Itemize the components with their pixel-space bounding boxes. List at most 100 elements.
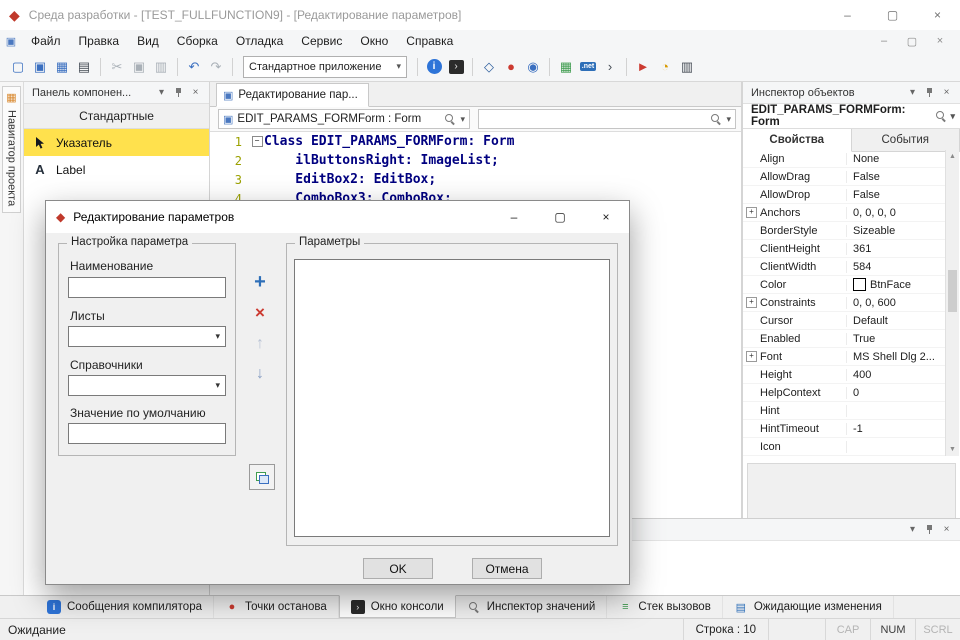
component-item-pointer[interactable]: Указатель (24, 129, 209, 156)
pin-icon[interactable] (170, 85, 187, 101)
search-icon[interactable] (444, 113, 456, 125)
history-icon[interactable]: ◔ (655, 57, 675, 77)
chevron-down-icon[interactable]: ▾ (726, 114, 731, 125)
tab-breakpoints[interactable]: ● Точки останова (214, 596, 339, 618)
tab-properties[interactable]: Свойства (743, 129, 852, 152)
close-icon[interactable]: × (187, 85, 204, 101)
tab-events[interactable]: События (852, 129, 960, 151)
component-item-label-control[interactable]: A Label (24, 156, 209, 183)
dotnet-icon[interactable]: .net (578, 57, 598, 77)
deploy-icon[interactable]: ► (633, 57, 653, 77)
menu-window[interactable]: Окно (351, 30, 397, 52)
scroll-down-icon[interactable]: ▼ (946, 443, 959, 456)
menu-service[interactable]: Сервис (292, 30, 351, 52)
menu-view[interactable]: Вид (128, 30, 168, 52)
code-area[interactable]: 1 − Class EDIT_PARAMS_FORMForm: Form 2 i… (210, 132, 741, 208)
tab-value-inspector[interactable]: Инспектор значений (456, 596, 608, 618)
property-row-font[interactable]: +FontMS Shell Dlg 2... (743, 348, 945, 366)
cancel-button[interactable]: Отмена (472, 558, 542, 579)
property-row-helpcontext[interactable]: HelpContext0 (743, 384, 945, 402)
expand-icon[interactable]: + (746, 351, 757, 362)
copy-parameters-button[interactable] (249, 464, 275, 490)
structure-icon[interactable]: ◇ (479, 57, 499, 77)
chevron-down-icon[interactable]: ▾ (460, 114, 465, 125)
chevron-down-icon[interactable]: ▾ (904, 522, 921, 538)
maximize-button[interactable]: ▢ (870, 0, 915, 30)
property-row-clientwidth[interactable]: ClientWidth584 (743, 258, 945, 276)
delete-parameter-button[interactable]: × (249, 301, 271, 323)
scrollbar-thumb[interactable] (948, 270, 957, 312)
tab-call-stack[interactable]: ≡ Стек вызовов (607, 596, 722, 618)
property-row-cursor[interactable]: CursorDefault (743, 312, 945, 330)
property-row-borderstyle[interactable]: BorderStyleSizeable (743, 222, 945, 240)
property-row-allowdrag[interactable]: AllowDragFalse (743, 168, 945, 186)
dialog-title-bar[interactable]: ◆ Редактирование параметров – ▢ × (46, 201, 629, 233)
search-icon[interactable] (935, 110, 946, 122)
move-down-button[interactable]: ↓ (249, 363, 271, 385)
property-row-allowdrop[interactable]: AllowDropFalse (743, 186, 945, 204)
table-icon[interactable]: ▦ (556, 57, 576, 77)
search-icon[interactable] (710, 113, 722, 125)
name-input[interactable] (68, 277, 226, 298)
tab-pending-changes[interactable]: ▤ Ожидающие изменения (723, 596, 894, 618)
property-row-align[interactable]: AlignNone (743, 150, 945, 168)
paste-icon[interactable]: ▥ (151, 57, 171, 77)
scroll-up-icon[interactable]: ▲ (946, 150, 959, 163)
pin-icon[interactable] (921, 522, 938, 538)
property-row-anchors[interactable]: +Anchors0, 0, 0, 0 (743, 204, 945, 222)
mdi-restore-button[interactable]: ▢ (902, 35, 922, 48)
cut-icon[interactable]: ✂ (107, 57, 127, 77)
console-icon[interactable]: › (446, 57, 466, 77)
property-row-icon[interactable]: Icon (743, 438, 945, 456)
inspector-object-select[interactable]: EDIT_PARAMS_FORMForm: Form ▾ (743, 104, 960, 129)
tab-compiler-messages[interactable]: i Сообщения компилятора (36, 596, 214, 618)
fold-toggle-icon[interactable]: − (250, 136, 264, 147)
editor-search-input[interactable]: ▾ (478, 109, 736, 129)
menu-debug[interactable]: Отладка (227, 30, 292, 52)
minimize-button[interactable]: – (825, 0, 870, 30)
tab-console-window[interactable]: › Окно консоли (339, 595, 456, 618)
save-all-icon[interactable]: ▦ (52, 57, 72, 77)
save-icon[interactable]: ▣ (30, 57, 50, 77)
property-row-clientheight[interactable]: ClientHeight361 (743, 240, 945, 258)
editor-tab-edit-params[interactable]: ▣ Редактирование пар... (216, 83, 369, 107)
mdi-minimize-button[interactable]: – (874, 35, 894, 48)
terminal2-icon[interactable]: › (600, 57, 620, 77)
copy-icon[interactable]: ▣ (129, 57, 149, 77)
property-row-hint[interactable]: Hint (743, 402, 945, 420)
menu-help[interactable]: Справка (397, 30, 462, 52)
search-debug-icon[interactable]: ◉ (523, 57, 543, 77)
project-navigator-tab[interactable]: ▦ Навигатор проекта (2, 86, 21, 213)
ok-button[interactable]: OK (363, 558, 433, 579)
breakpoints-icon[interactable]: ● (501, 57, 521, 77)
breadcrumb[interactable]: ▣ EDIT_PARAMS_FORMForm : Form ▾ (218, 109, 470, 129)
chevron-down-icon[interactable]: ▾ (153, 85, 170, 101)
mdi-close-button[interactable]: × (930, 35, 950, 48)
build-config-select[interactable]: Стандартное приложение ▾ (243, 56, 407, 78)
add-parameter-button[interactable]: + (249, 271, 271, 293)
chevron-down-icon[interactable]: ▾ (904, 85, 921, 101)
menu-file[interactable]: Файл (22, 30, 70, 52)
expand-icon[interactable]: + (746, 207, 757, 218)
dialog-close-button[interactable]: × (583, 201, 629, 233)
chevron-down-icon[interactable]: ▾ (950, 111, 955, 122)
info-icon[interactable]: i (424, 57, 444, 77)
property-row-enabled[interactable]: EnabledTrue (743, 330, 945, 348)
dialog-minimize-button[interactable]: – (491, 201, 537, 233)
menu-build[interactable]: Сборка (168, 30, 227, 52)
close-icon[interactable]: × (938, 522, 955, 538)
undo-icon[interactable]: ↶ (184, 57, 204, 77)
new-file-icon[interactable]: ▢ (8, 57, 28, 77)
database-icon[interactable]: ▥ (677, 57, 697, 77)
pin-icon[interactable] (921, 85, 938, 101)
default-value-input[interactable] (68, 423, 226, 444)
close-icon[interactable]: × (938, 85, 955, 101)
property-row-hinttimeout[interactable]: HintTimeout-1 (743, 420, 945, 438)
property-row-constraints[interactable]: +Constraints0, 0, 600 (743, 294, 945, 312)
expand-icon[interactable]: + (746, 297, 757, 308)
close-button[interactable]: × (915, 0, 960, 30)
property-row-color[interactable]: ColorBtnFace (743, 276, 945, 294)
component-category-standard[interactable]: Стандартные (24, 104, 209, 129)
redo-icon[interactable]: ↷ (206, 57, 226, 77)
sheets-select[interactable]: ▾ (68, 326, 226, 347)
